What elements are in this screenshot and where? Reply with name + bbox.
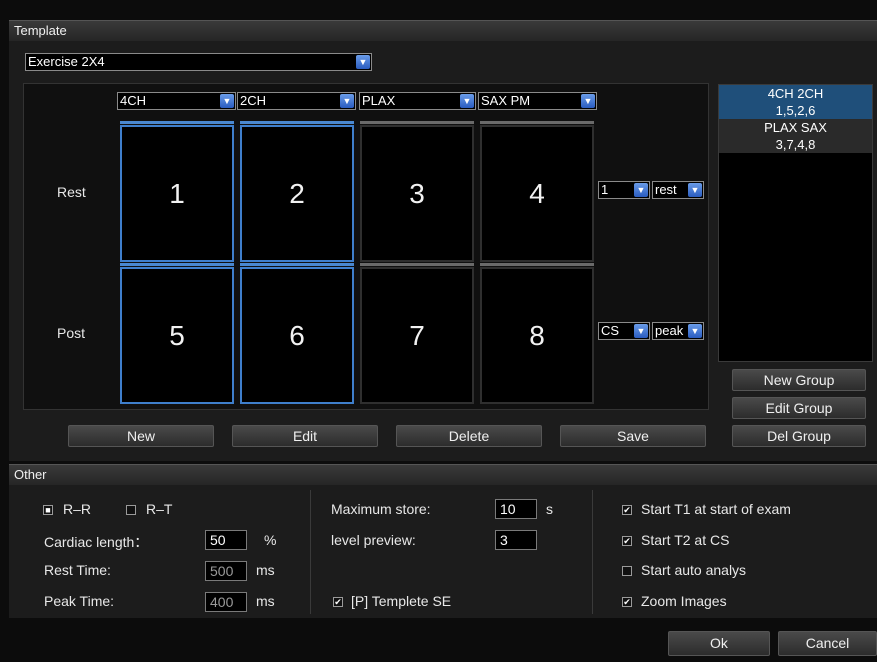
rest-stage-select[interactable]: 1 ▼ [598,181,650,199]
template-select[interactable]: Exercise 2X4 ▼ [25,53,372,71]
new-button[interactable]: New [68,425,214,447]
group-name: 4CH 2CH [767,86,824,101]
divider [592,490,593,614]
chevron-down-icon: ▼ [460,94,474,108]
post-phase-select[interactable]: peak ▼ [652,322,704,340]
row-label-post: Post [57,325,86,341]
start-t2-checkbox[interactable]: ✔ [622,536,632,546]
peak-time-label: Peak Time: [44,593,115,609]
group-list-item[interactable]: PLAX SAX 3,7,4,8 [719,119,872,153]
column-select-1[interactable]: 4CH ▼ [117,92,236,110]
save-button[interactable]: Save [560,425,706,447]
chevron-down-icon: ▼ [634,324,648,338]
auto-analys-checkbox[interactable] [622,566,632,576]
peak-time-unit: ms [256,593,275,609]
view-tile[interactable]: 7 [360,263,474,404]
group-members: 3,7,4,8 [775,137,816,152]
max-store-input[interactable]: 10 [495,499,537,519]
view-tile[interactable]: 5 [120,263,234,404]
view-tile[interactable]: 8 [480,263,594,404]
column-select-2[interactable]: 2CH ▼ [237,92,356,110]
cardiac-length-unit: % [264,532,277,548]
view-tile[interactable]: 1 [120,121,234,262]
level-preview-label: level preview: [331,532,416,548]
group-list[interactable]: 4CH 2CH 1,5,2,6 PLAX SAX 3,7,4,8 [718,84,873,362]
rr-radio[interactable]: ■ [43,505,53,515]
view-tile[interactable]: 2 [240,121,354,262]
chevron-down-icon: ▼ [220,94,234,108]
column-select-3[interactable]: PLAX ▼ [359,92,476,110]
template-se-label: [P] Templete SE [351,593,452,609]
divider [310,490,311,614]
zoom-images-label: Zoom Images [641,593,727,609]
chevron-down-icon: ▼ [356,55,370,69]
view-tile[interactable]: 3 [360,121,474,262]
edit-group-button[interactable]: Edit Group [732,397,866,419]
group-name: PLAX SAX [764,120,827,135]
rest-time-unit: ms [256,562,275,578]
column-select-4[interactable]: SAX PM ▼ [478,92,597,110]
max-store-unit: s [546,501,553,517]
peak-time-input[interactable]: 400 [205,592,247,612]
del-group-button[interactable]: Del Group [732,425,866,447]
template-dialog: { "template": { "header": "Template", "s… [0,0,877,662]
zoom-images-checkbox[interactable]: ✔ [622,597,632,607]
rt-radio[interactable] [126,505,136,515]
template-se-checkbox[interactable]: ✔ [333,597,343,607]
view-tile[interactable]: 4 [480,121,594,262]
auto-analys-label: Start auto analys [641,562,747,578]
new-group-button[interactable]: New Group [732,369,866,391]
start-t1-checkbox[interactable]: ✔ [622,505,632,515]
level-preview-input[interactable]: 3 [495,530,537,550]
cardiac-length-label: Cardiac length： [44,534,149,550]
chevron-down-icon: ▼ [634,183,648,197]
row-label-rest: Rest [57,184,86,200]
cardiac-length-input[interactable]: 50 [205,530,247,550]
start-t1-label: Start T1 at start of exam [641,501,791,517]
chevron-down-icon: ▼ [688,183,702,197]
edit-button[interactable]: Edit [232,425,378,447]
group-members: 1,5,2,6 [775,103,816,118]
rt-label: R–T [146,501,173,517]
rest-time-label: Rest Time: [44,562,111,578]
post-stage-select[interactable]: CS ▼ [598,322,650,340]
rest-time-input[interactable]: 500 [205,561,247,581]
other-section-header: Other [9,464,877,485]
ok-button[interactable]: Ok [668,631,770,656]
max-store-label: Maximum store: [331,501,431,517]
rr-label: R–R [63,501,92,517]
start-t2-label: Start T2 at CS [641,532,730,548]
delete-button[interactable]: Delete [396,425,542,447]
template-section-header: Template [9,20,877,41]
group-list-item[interactable]: 4CH 2CH 1,5,2,6 [719,85,872,119]
view-tile[interactable]: 6 [240,263,354,404]
chevron-down-icon: ▼ [688,324,702,338]
chevron-down-icon: ▼ [581,94,595,108]
cancel-button[interactable]: Cancel [778,631,877,656]
rest-phase-select[interactable]: rest ▼ [652,181,704,199]
chevron-down-icon: ▼ [340,94,354,108]
